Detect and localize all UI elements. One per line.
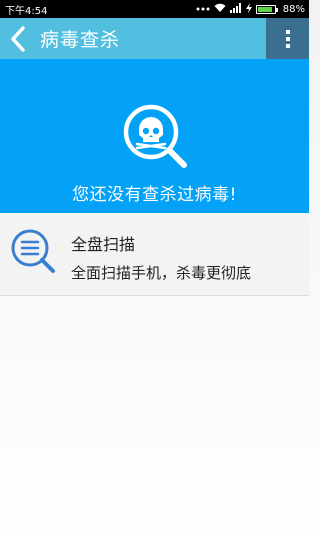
status-icons: 88%	[196, 2, 305, 16]
wifi-icon	[214, 3, 226, 16]
battery-fill	[257, 6, 272, 12]
app-bar: 病毒查杀	[0, 18, 309, 59]
notification-dots-icon	[196, 4, 210, 15]
back-button[interactable]	[0, 18, 36, 59]
no-scan-message: 您还没有查杀过病毒!	[72, 185, 237, 205]
full-scan-option[interactable]: 全盘扫描 全面扫描手机，杀毒更彻底	[0, 213, 309, 296]
charging-icon	[245, 2, 252, 16]
status-time: 下午4:54	[5, 5, 48, 17]
battery-icon	[255, 4, 278, 14]
battery-percent: 88%	[282, 3, 305, 15]
skull-search-icon	[123, 104, 187, 168]
signal-icon	[229, 2, 242, 16]
page-title: 病毒查杀	[40, 29, 121, 51]
full-scan-title: 全盘扫描	[71, 235, 136, 254]
status-bar: 下午4:54 88%	[0, 0, 309, 18]
virus-status-banner: 您还没有查杀过病毒!	[0, 59, 309, 213]
list-search-icon	[11, 229, 55, 273]
full-scan-description: 全面扫描手机，杀毒更彻底	[71, 264, 252, 282]
more-menu-button[interactable]	[266, 18, 309, 59]
chevron-left-icon	[11, 25, 25, 52]
more-vertical-icon	[285, 29, 290, 48]
